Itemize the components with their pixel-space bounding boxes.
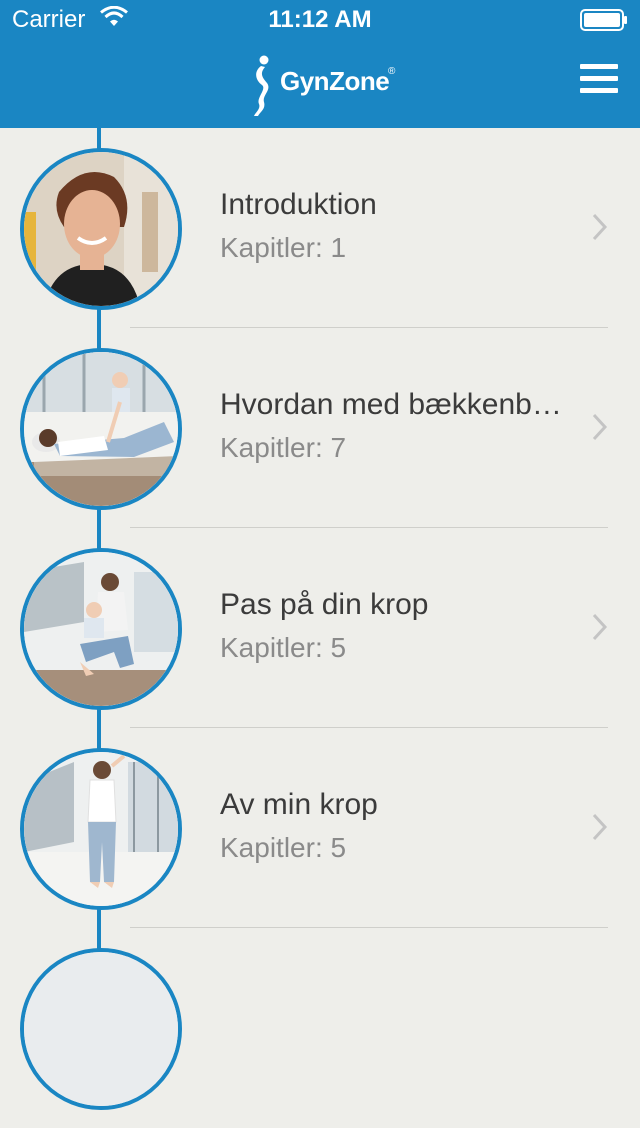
logo-registered-mark: ®	[388, 66, 396, 77]
status-time: 11:12 AM	[268, 6, 372, 33]
menu-button[interactable]	[580, 64, 618, 98]
list-item-av-min-krop[interactable]: Av min krop Kapitler: 5	[0, 728, 640, 928]
chevron-right-icon	[592, 613, 608, 641]
hamburger-menu-icon	[580, 64, 618, 69]
gynzone-figure-icon	[254, 55, 269, 116]
course-thumbnail-woman-standing	[20, 748, 182, 910]
list-item-introduktion[interactable]: Introduktion Kapitler: 1	[0, 128, 640, 328]
course-title: Av min krop	[220, 788, 378, 821]
chevron-right-icon	[592, 213, 608, 241]
course-thumbnail-partial	[20, 948, 182, 1110]
course-thumbnail-mother-baby-floor	[20, 348, 182, 510]
course-list: Introduktion Kapitler: 1 Hvordan med bæk…	[0, 128, 640, 1110]
chevron-right-icon	[592, 413, 608, 441]
course-title: Hvordan med bækkenb…	[220, 388, 562, 421]
logo-text: GynZone	[280, 66, 390, 96]
chevron-right-icon	[592, 813, 608, 841]
chapter-count: Kapitler: 5	[220, 632, 347, 663]
battery-icon	[580, 9, 627, 31]
list-item-partial[interactable]	[0, 928, 640, 1128]
gynzone-logo: GynZone ®	[250, 54, 400, 116]
list-item-pas-paa-din-krop[interactable]: Pas på din krop Kapitler: 5	[0, 528, 640, 728]
course-thumbnail-woman-portrait	[20, 148, 182, 310]
chapter-count: Kapitler: 5	[220, 832, 347, 863]
course-thumbnail-mother-squatting	[20, 548, 182, 710]
course-title: Pas på din krop	[220, 588, 429, 621]
chapter-count: Kapitler: 7	[220, 432, 347, 463]
app-header: Carrier 11:12 AM GynZone ®	[0, 0, 640, 128]
list-item-baekkenbund[interactable]: Hvordan med bækkenb… Kapitler: 7	[0, 328, 640, 528]
status-bar: Carrier 11:12 AM	[0, 0, 640, 40]
course-title: Introduktion	[220, 188, 377, 221]
chapter-count: Kapitler: 1	[220, 232, 347, 263]
